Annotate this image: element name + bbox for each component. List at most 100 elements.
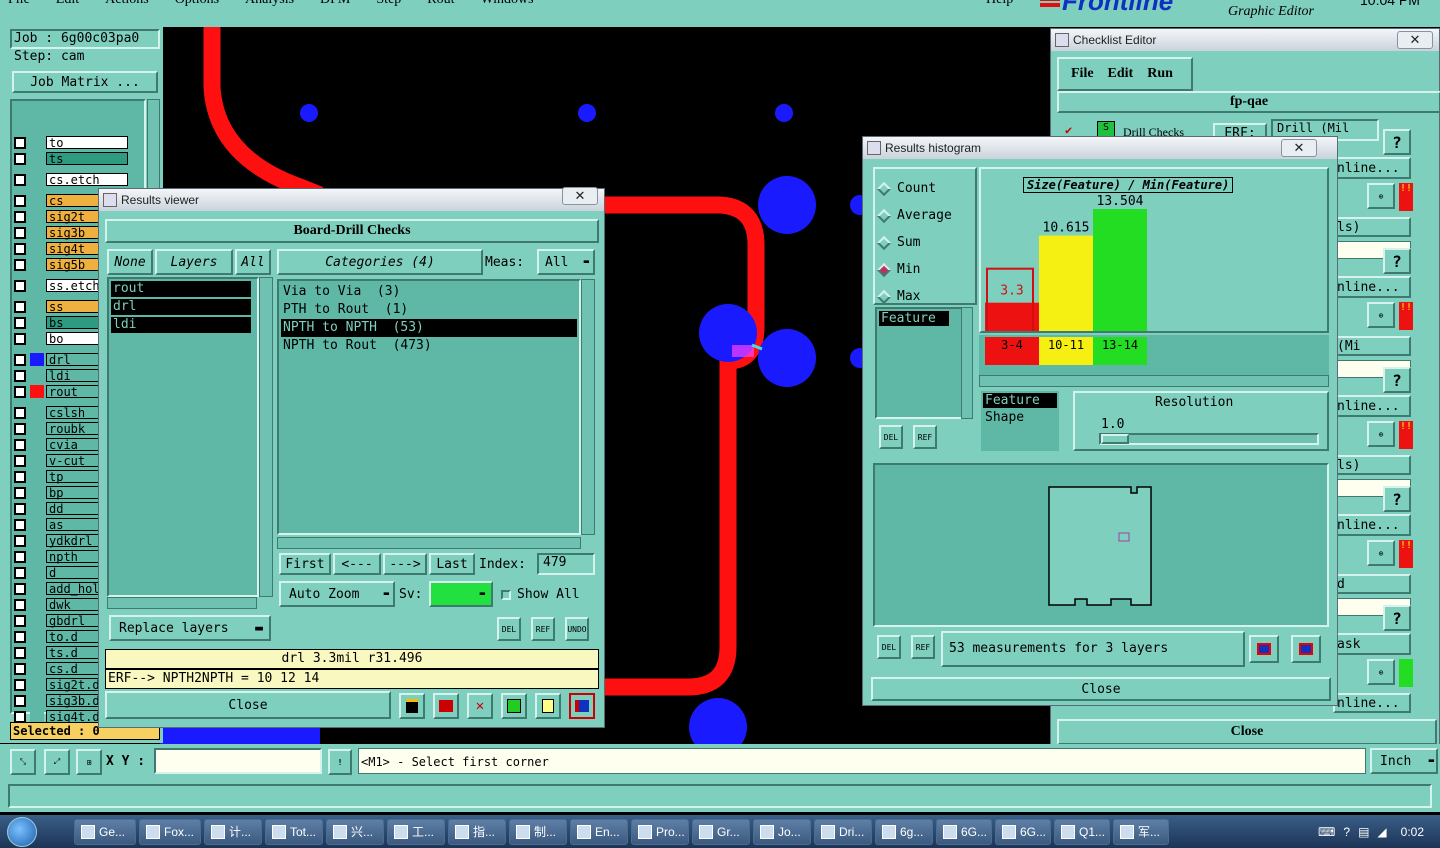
- layer-checkbox[interactable]: [14, 502, 26, 515]
- layer-result-item[interactable]: drl: [111, 299, 251, 315]
- menu-dfm[interactable]: DFM: [320, 0, 350, 8]
- zoom-tool-icon[interactable]: ⤡: [10, 749, 36, 775]
- layers-tool-icon[interactable]: [399, 693, 425, 719]
- close-icon[interactable]: ✕: [1397, 31, 1433, 49]
- taskbar-item[interactable]: 6G...: [936, 818, 992, 845]
- taskbar-item[interactable]: 指...: [448, 818, 506, 845]
- start-button[interactable]: [0, 815, 44, 848]
- histogram-bar[interactable]: [985, 302, 1039, 331]
- layer-checkbox[interactable]: [14, 385, 26, 398]
- layer-checkbox[interactable]: [14, 470, 26, 483]
- radio-icon[interactable]: [876, 235, 892, 250]
- checklist-field[interactable]: ls): [1333, 217, 1411, 237]
- category-hscroll[interactable]: [277, 537, 581, 549]
- taskbar-item[interactable]: 6G...: [995, 818, 1051, 845]
- category-item[interactable]: NPTH to Rout (473): [281, 337, 577, 355]
- menu-edit[interactable]: Edit: [56, 0, 79, 8]
- layer-checkbox[interactable]: [14, 646, 26, 659]
- menu-options[interactable]: Options: [175, 0, 219, 8]
- layer-checkbox[interactable]: [14, 662, 26, 675]
- layer-checkbox[interactable]: [14, 210, 26, 223]
- taskbar-item[interactable]: 工...: [387, 818, 445, 845]
- layer-checkbox[interactable]: [14, 332, 26, 345]
- xy-input[interactable]: [154, 748, 322, 774]
- taskbar-item[interactable]: 计...: [204, 818, 262, 845]
- layer-checkbox[interactable]: [14, 438, 26, 451]
- layer-list-scrollbar[interactable]: [259, 277, 273, 597]
- layer-checkbox[interactable]: [14, 173, 26, 186]
- menu-rout[interactable]: Rout: [427, 0, 454, 8]
- help-icon[interactable]: ?: [1383, 367, 1411, 393]
- close-icon[interactable]: ✕: [562, 187, 598, 205]
- job-matrix-button[interactable]: Job Matrix ...: [12, 71, 158, 93]
- taskbar-item[interactable]: 兴...: [326, 818, 384, 845]
- layer-checkbox[interactable]: [14, 369, 26, 382]
- histogram-bar[interactable]: [1039, 235, 1093, 331]
- resolution-slider[interactable]: [1099, 433, 1319, 445]
- layer-checkbox[interactable]: [14, 630, 26, 643]
- layer-checkbox[interactable]: [14, 566, 26, 579]
- taskbar-item[interactable]: Gr...: [692, 818, 750, 845]
- menu-file[interactable]: File: [1071, 66, 1094, 82]
- del-button[interactable]: DEL: [879, 425, 903, 449]
- menu-edit[interactable]: Edit: [1108, 66, 1134, 82]
- ref-tool-icon[interactable]: ✕: [467, 693, 493, 719]
- layer-list-hscroll[interactable]: [107, 597, 257, 609]
- menu-actions[interactable]: Actions: [105, 0, 149, 8]
- radio-icon[interactable]: [876, 289, 892, 304]
- layer-checkbox[interactable]: [14, 152, 26, 165]
- slider-thumb[interactable]: [1101, 434, 1129, 444]
- undo-button[interactable]: UNDO: [565, 617, 589, 641]
- taskbar-item[interactable]: 制...: [509, 818, 567, 845]
- layer-row-cs.etch[interactable]: cs.etch: [14, 172, 128, 187]
- checklist-close-button[interactable]: Close: [1057, 719, 1437, 745]
- radio-icon[interactable]: [876, 181, 892, 196]
- taskbar-item[interactable]: Pro...: [631, 818, 689, 845]
- all-button[interactable]: All: [235, 249, 271, 275]
- grid-tool-icon[interactable]: ⊞: [76, 749, 102, 775]
- mode-sum[interactable]: Sum: [875, 229, 975, 256]
- compare-tool-icon[interactable]: [501, 693, 527, 719]
- layer-checkbox[interactable]: [14, 194, 26, 207]
- taskbar-item[interactable]: Fox...: [139, 818, 201, 845]
- taskbar-item[interactable]: 军...: [1113, 818, 1169, 845]
- del-button-2[interactable]: DEL: [877, 635, 901, 659]
- layer-checkbox[interactable]: [14, 226, 26, 239]
- units-dropdown[interactable]: Inch ▬: [1370, 748, 1438, 774]
- none-button[interactable]: None: [107, 249, 153, 275]
- keyboard-icon[interactable]: ⌨: [1318, 825, 1335, 839]
- layer-checkbox[interactable]: [14, 279, 26, 292]
- show-all-checkbox[interactable]: Show All: [501, 587, 580, 602]
- layer-checkbox[interactable]: [14, 534, 26, 547]
- checklist-field[interactable]: nline...: [1333, 276, 1411, 298]
- histogram-bar[interactable]: [1093, 209, 1147, 331]
- layer-checkbox[interactable]: [14, 582, 26, 595]
- mode-average[interactable]: Average: [875, 202, 975, 229]
- feature-list-item[interactable]: Feature: [879, 311, 949, 326]
- taskbar-item[interactable]: Q1...: [1054, 818, 1110, 845]
- ref-button-2[interactable]: REF: [911, 635, 935, 659]
- menu-step[interactable]: Step: [376, 0, 401, 8]
- index-input[interactable]: 479: [537, 553, 595, 575]
- radio-icon[interactable]: [876, 208, 892, 223]
- category-scrollbar[interactable]: [581, 279, 595, 535]
- layer-result-item[interactable]: ldi: [111, 317, 251, 333]
- menu-file[interactable]: File: [8, 0, 30, 8]
- layer-checkbox[interactable]: [14, 454, 26, 467]
- first-button[interactable]: First: [279, 553, 331, 575]
- sv-color-dropdown[interactable]: ▬: [429, 581, 493, 607]
- checklist-field[interactable]: nline...: [1333, 157, 1411, 179]
- taskbar-item[interactable]: Dri...: [814, 818, 872, 845]
- volume-icon[interactable]: ◢: [1377, 825, 1386, 839]
- last-button[interactable]: Last: [429, 553, 475, 575]
- help-icon[interactable]: ?: [1383, 248, 1411, 274]
- category-item[interactable]: Via to Via (3): [281, 283, 577, 301]
- layer-result-item[interactable]: rout: [111, 281, 251, 297]
- meas-dropdown[interactable]: All ▬: [537, 249, 595, 275]
- layer-checkbox[interactable]: [14, 598, 26, 611]
- checklist-field[interactable]: nline...: [1333, 395, 1411, 417]
- menu-help[interactable]: Help: [986, 0, 1013, 8]
- next-button[interactable]: --->: [383, 553, 427, 575]
- help-icon[interactable]: ?: [1383, 486, 1411, 512]
- layer-checkbox[interactable]: [14, 678, 26, 691]
